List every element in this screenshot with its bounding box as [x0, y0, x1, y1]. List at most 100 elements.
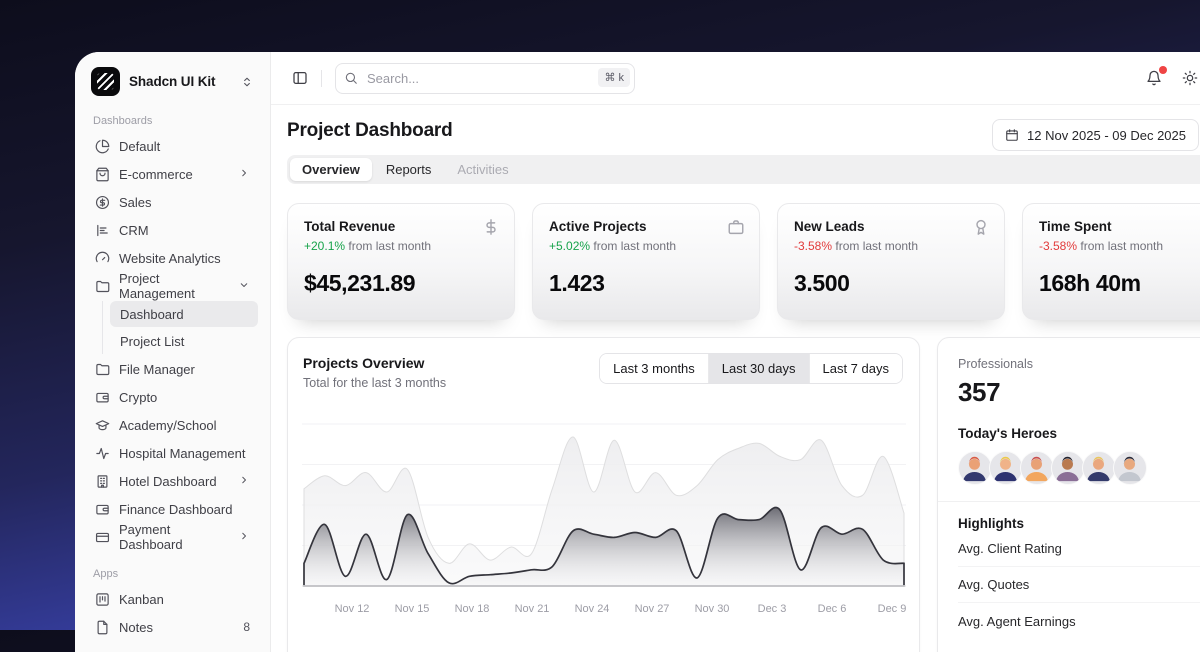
stat-card-new-leads: New Leads -3.58% from last month 3.500: [777, 203, 1005, 320]
hero-avatar[interactable]: [958, 451, 992, 485]
stat-change: +5.02% from last month: [549, 239, 743, 253]
sidebar-item-file-manager[interactable]: File Manager: [87, 355, 258, 383]
shopping-bag-icon: [95, 167, 110, 182]
professionals-label: Professionals: [958, 357, 1200, 371]
stat-change: -3.58% from last month: [1039, 239, 1200, 253]
app-window: Shadcn UI Kit Dashboards Default E-commerc…: [75, 52, 1200, 652]
sidebar-subitem-label: Project List: [120, 334, 184, 349]
sidebar-item-default[interactable]: Default: [87, 132, 258, 160]
hero-avatar[interactable]: [1020, 451, 1054, 485]
sidebar-item-website-analytics[interactable]: Website Analytics: [87, 244, 258, 272]
tab-activities[interactable]: Activities: [445, 158, 520, 181]
search-box: ⌘ k: [335, 63, 635, 94]
wallet-icon: [95, 390, 110, 405]
heroes-avatars: [958, 451, 1200, 485]
credit-card-icon: [95, 530, 110, 545]
stat-change: +20.1% from last month: [304, 239, 498, 253]
sidebar-item-e-commerce[interactable]: E-commerce: [87, 160, 258, 188]
sidebar-toggle-button[interactable]: [292, 70, 308, 86]
sidebar-item-crm[interactable]: CRM: [87, 216, 258, 244]
sidebar-item-label: CRM: [119, 223, 149, 238]
stat-value: 168h 40m: [1039, 270, 1200, 297]
x-tick-label: Dec 9: [878, 603, 907, 615]
pie-chart-icon: [95, 139, 110, 154]
brand-name: Shadcn UI Kit: [129, 74, 215, 89]
heroes-title: Today's Heroes: [958, 426, 1200, 441]
calendar-icon: [1005, 128, 1019, 142]
main-area: ⌘ k Project Dashboard 12 Nov 2025 - 09 D…: [271, 52, 1200, 652]
x-tick-label: Dec 6: [818, 603, 847, 615]
file-icon: [95, 620, 110, 635]
graduation-cap-icon: [95, 418, 110, 433]
sidebar-item-badge: 8: [243, 620, 250, 634]
chevron-right-icon: [238, 474, 250, 486]
stat-change: -3.58% from last month: [794, 239, 988, 253]
sidebar-item-academy-school[interactable]: Academy/School: [87, 411, 258, 439]
hero-avatar[interactable]: [1082, 451, 1116, 485]
sidebar-item-hotel-dashboard[interactable]: Hotel Dashboard: [87, 467, 258, 495]
hero-avatar[interactable]: [989, 451, 1023, 485]
sidebar-subitem-project-list[interactable]: Project List: [110, 328, 258, 354]
page-header: Project Dashboard 12 Nov 2025 - 09 Dec 2…: [287, 120, 1200, 142]
sidebar-item-label: E-commerce: [119, 167, 193, 182]
stat-card-time-spent: Time Spent -3.58% from last month 168h 4…: [1022, 203, 1200, 320]
sidebar-subitem-label: Dashboard: [120, 307, 184, 322]
brand-logo: [91, 67, 120, 96]
dollar-icon: [482, 218, 500, 236]
chart-x-axis-labels: Nov 12Nov 15Nov 18Nov 21Nov 24Nov 27Nov …: [302, 603, 906, 617]
highlight-label: Avg. Agent Earnings: [958, 614, 1076, 629]
x-tick-label: Nov 30: [695, 603, 730, 615]
tab-overview[interactable]: Overview: [290, 158, 372, 181]
highlight-label: Avg. Quotes: [958, 577, 1029, 592]
tab-reports[interactable]: Reports: [374, 158, 444, 181]
sidebar-item-payment-dashboard[interactable]: Payment Dashboard: [87, 523, 258, 551]
stat-value: $45,231.89: [304, 270, 498, 297]
sidebar-item-kanban[interactable]: Kanban: [87, 585, 258, 613]
professionals-card: Professionals 357 Today's Heroes: [937, 337, 1200, 652]
range-toggle-group: Last 3 monthsLast 30 daysLast 7 days: [599, 353, 903, 384]
sidebar-item-finance-dashboard[interactable]: Finance Dashboard: [87, 495, 258, 523]
folder-icon: [95, 279, 110, 294]
workspace-switcher[interactable]: Shadcn UI Kit: [87, 65, 258, 98]
sidebar-item-sales[interactable]: Sales: [87, 188, 258, 216]
sidebar-item-crypto[interactable]: Crypto: [87, 383, 258, 411]
stat-title: New Leads: [794, 219, 988, 234]
building-icon: [95, 474, 110, 489]
panel-left-icon: [292, 70, 308, 86]
gauge-icon: [95, 251, 110, 266]
sidebar-item-label: Hospital Management: [119, 446, 245, 461]
x-tick-label: Nov 21: [515, 603, 550, 615]
search-icon: [344, 71, 358, 85]
range-button-last-30-days[interactable]: Last 30 days: [708, 354, 809, 383]
hero-avatar[interactable]: [1113, 451, 1147, 485]
range-button-last-7-days[interactable]: Last 7 days: [809, 354, 903, 383]
projects-overview-card: Projects Overview Total for the last 3 m…: [287, 337, 920, 652]
lower-row: Projects Overview Total for the last 3 m…: [287, 337, 1200, 652]
search-input[interactable]: [335, 63, 635, 94]
sidebar-item-label: Notes: [119, 620, 153, 635]
sidebar-item-label: Kanban: [119, 592, 164, 607]
professionals-count: 357: [958, 377, 1200, 408]
sidebar-item-label: Finance Dashboard: [119, 502, 232, 517]
chevron-right-icon: [238, 530, 250, 542]
wallet-icon: [95, 502, 110, 517]
sidebar-item-label: Website Analytics: [119, 251, 221, 266]
sidebar-item-project-management[interactable]: Project Management: [87, 272, 258, 300]
chevrons-up-down-icon: [240, 75, 254, 89]
range-button-last-3-months[interactable]: Last 3 months: [600, 354, 708, 383]
notification-dot: [1159, 66, 1167, 74]
kanban-icon: [95, 592, 110, 607]
x-tick-label: Nov 12: [335, 603, 370, 615]
area-chart: [302, 416, 906, 594]
sidebar-item-label: Sales: [119, 195, 152, 210]
sidebar-item-hospital-management[interactable]: Hospital Management: [87, 439, 258, 467]
theme-toggle-button[interactable]: [1182, 70, 1198, 86]
date-range-button[interactable]: 12 Nov 2025 - 09 Dec 2025: [992, 119, 1199, 151]
hero-avatar[interactable]: [1051, 451, 1085, 485]
stat-title: Time Spent: [1039, 219, 1200, 234]
notifications-button[interactable]: [1146, 70, 1162, 86]
sidebar-item-notes[interactable]: Notes 8: [87, 613, 258, 641]
sidebar-section-label: Dashboards: [93, 115, 252, 127]
sidebar-subitem-dashboard[interactable]: Dashboard: [110, 301, 258, 327]
sidebar-item-label: Payment Dashboard: [119, 522, 229, 552]
